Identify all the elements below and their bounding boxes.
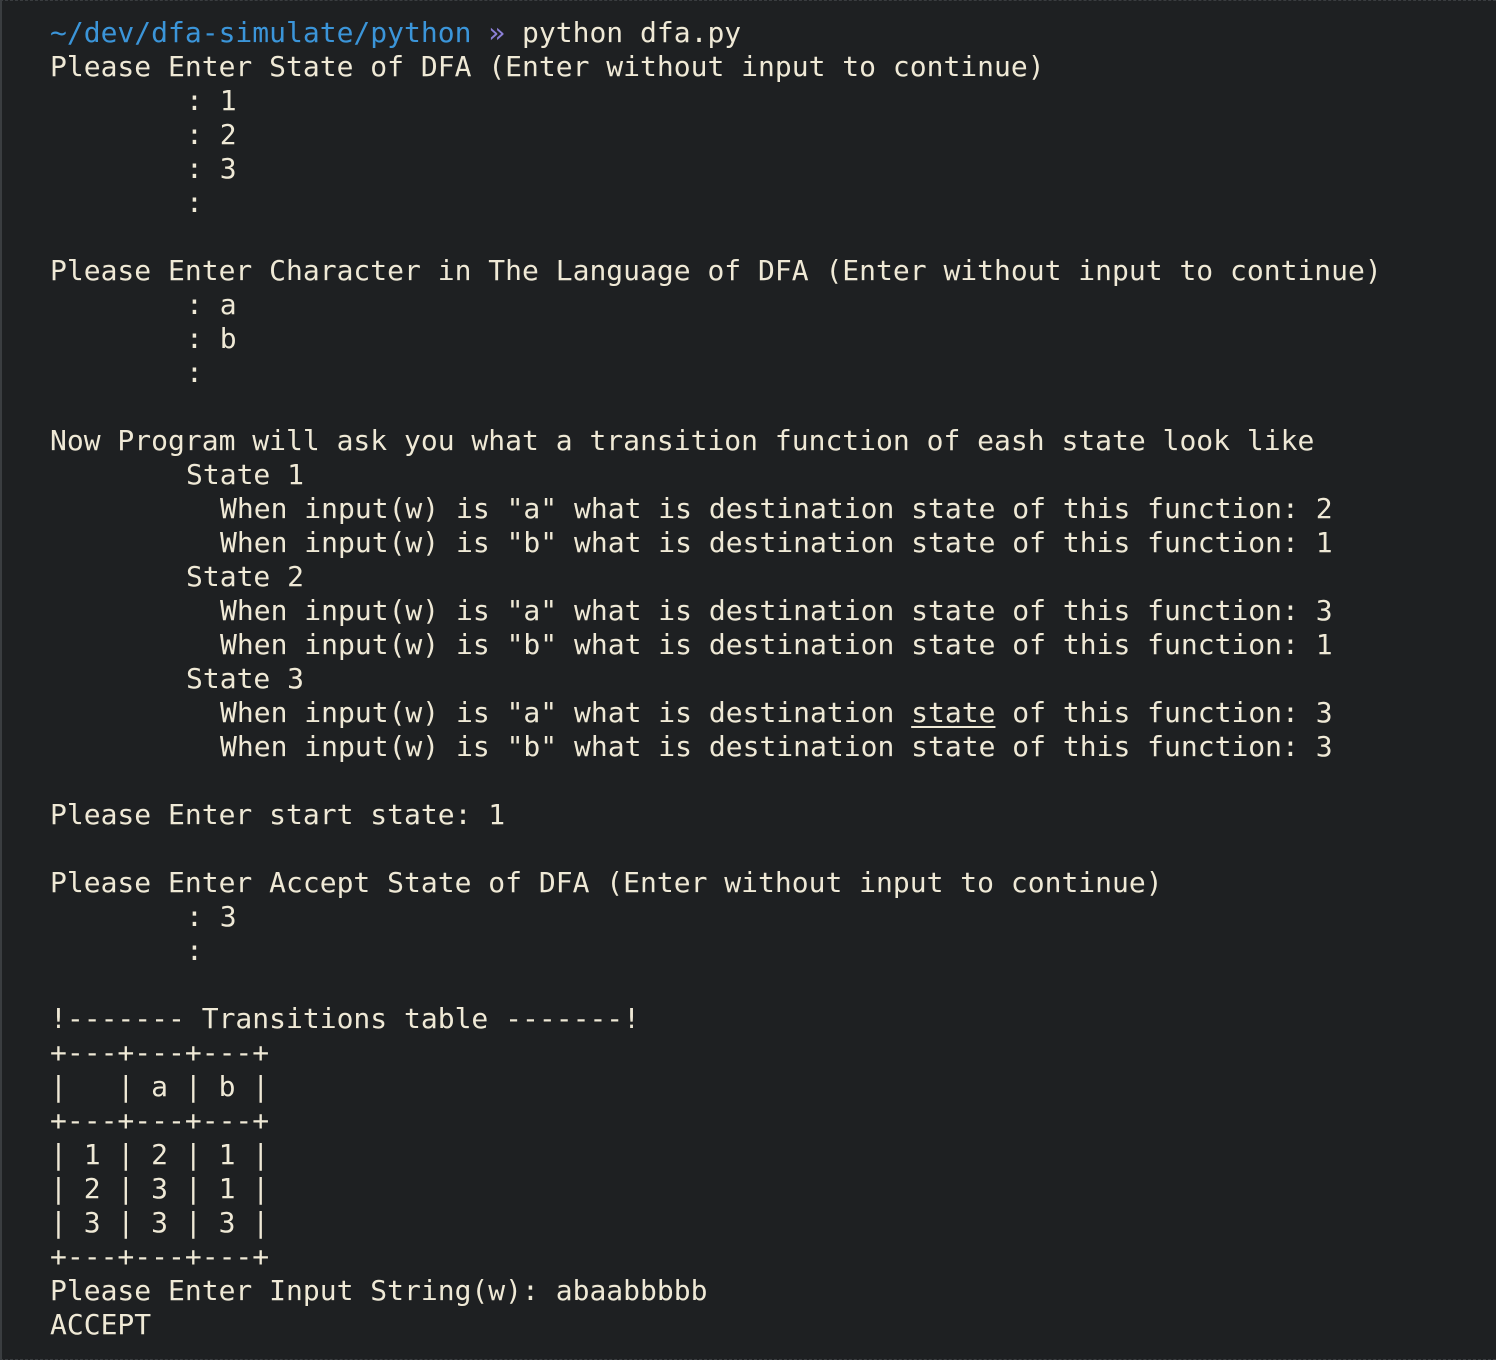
input-string-line: Please Enter Input String(w): abaabbbbb bbox=[50, 1274, 708, 1307]
state-entry: : 3 bbox=[186, 152, 237, 185]
transition-line: When input(w) is "a" what is destination… bbox=[220, 594, 1333, 627]
start-state-line: Please Enter start state: 1 bbox=[50, 798, 506, 831]
table-row: | 3 | 3 | 3 | bbox=[50, 1206, 270, 1239]
accept-entry-empty: : bbox=[186, 934, 203, 967]
terminal-window[interactable]: ~/dev/dfa-simulate/python » python dfa.p… bbox=[0, 0, 1496, 1360]
accept-header: Please Enter Accept State of DFA (Enter … bbox=[50, 866, 1163, 899]
transition-text: of this function: 3 bbox=[995, 696, 1333, 729]
transition-line: When input(w) is "a" what is destination… bbox=[50, 696, 1496, 730]
prompt-path: ~/dev/dfa-simulate/python bbox=[50, 16, 472, 49]
language-entry: : a bbox=[186, 288, 237, 321]
state-label: State 2 bbox=[186, 560, 305, 593]
table-row: | 1 | 2 | 1 | bbox=[50, 1138, 270, 1171]
table-row: | 2 | 3 | 1 | bbox=[50, 1172, 270, 1205]
transition-header: Now Program will ask you what a transiti… bbox=[50, 424, 1315, 457]
state-entry-empty: : bbox=[186, 186, 203, 219]
state-label: State 3 bbox=[186, 662, 305, 695]
prompt-command: python dfa.py bbox=[522, 16, 742, 49]
states-header: Please Enter State of DFA (Enter without… bbox=[50, 50, 1045, 83]
prompt-line: ~/dev/dfa-simulate/python » python dfa.p… bbox=[50, 16, 1496, 50]
table-header-row: | | a | b | bbox=[50, 1070, 270, 1103]
transition-text: When input(w) is "a" what is destination bbox=[220, 696, 912, 729]
transition-line: When input(w) is "b" what is destination… bbox=[220, 526, 1333, 559]
table-border: +---+---+---+ bbox=[50, 1240, 270, 1273]
language-header: Please Enter Character in The Language o… bbox=[50, 254, 1382, 287]
result-line: ACCEPT bbox=[50, 1308, 152, 1341]
prompt-arrow: » bbox=[488, 16, 506, 49]
transition-line: When input(w) is "b" what is destination… bbox=[220, 730, 1333, 763]
table-border: +---+---+---+ bbox=[50, 1104, 270, 1137]
language-entry-empty: : bbox=[186, 356, 203, 389]
transition-line: When input(w) is "b" what is destination… bbox=[220, 628, 1333, 661]
table-title: !------- Transitions table -------! bbox=[50, 1002, 641, 1035]
state-label: State 1 bbox=[186, 458, 305, 491]
state-entry: : 2 bbox=[186, 118, 237, 151]
underlined-word: state bbox=[911, 696, 996, 729]
state-entry: : 1 bbox=[186, 84, 237, 117]
transition-line: When input(w) is "a" what is destination… bbox=[220, 492, 1333, 525]
accept-entry: : 3 bbox=[186, 900, 237, 933]
table-border: +---+---+---+ bbox=[50, 1036, 270, 1069]
language-entry: : b bbox=[186, 322, 237, 355]
